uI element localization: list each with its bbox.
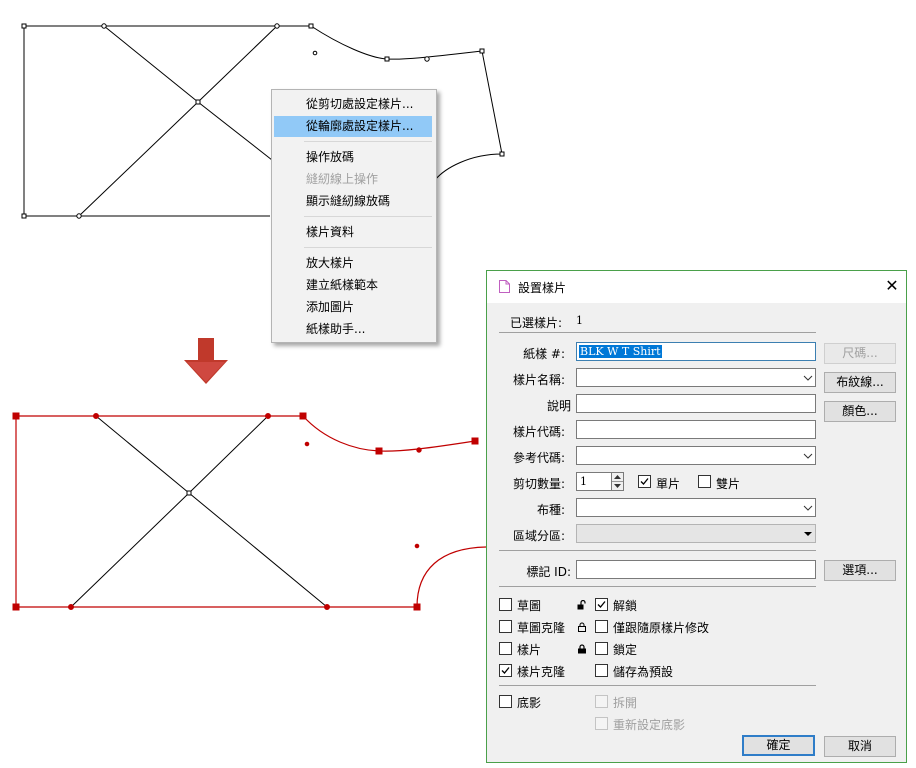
context-menu: 從剪切處設定樣片... 從輪廓處設定樣片... 操作放碼 縫紉線上操作 顯示縫紉… <box>271 89 437 343</box>
piece-clone-checkbox[interactable] <box>499 664 512 677</box>
cut-quantity-label: 剪切數量: <box>512 477 565 491</box>
selected-pieces-count: 1 <box>576 314 583 327</box>
sketch-label: 草圖 <box>517 599 542 613</box>
lock-label: 鎖定 <box>613 643 638 657</box>
split-label: 拆開 <box>613 696 638 710</box>
selected-pieces-label: 已選樣片: <box>510 316 563 330</box>
zone-select[interactable] <box>576 524 816 543</box>
unlock-icon <box>577 600 586 610</box>
color-button[interactable]: 顏色... <box>824 401 896 422</box>
menu-separator <box>304 247 432 248</box>
description-field[interactable] <box>576 394 816 413</box>
document-icon <box>499 280 510 293</box>
divider <box>499 685 816 686</box>
follow-original-label: 僅跟隨原樣片修改 <box>613 621 710 635</box>
menu-item-add-image[interactable]: 添加圖片 <box>274 297 432 318</box>
description-label: 說明 <box>546 399 571 413</box>
single-checkbox[interactable] <box>638 475 651 488</box>
piece-code-field[interactable] <box>576 420 816 439</box>
divider <box>499 332 816 333</box>
pattern-number-field[interactable]: BLK W T Shirt <box>576 342 816 361</box>
piece-name-label: 樣片名稱: <box>512 373 565 387</box>
split-checkbox <box>595 695 608 708</box>
pattern-number-label: 紙樣 #: <box>523 347 565 361</box>
down-arrow-icon <box>184 338 228 384</box>
pattern-number-value: BLK W T Shirt <box>579 345 662 358</box>
close-icon[interactable]: ✕ <box>883 277 901 295</box>
cancel-button[interactable]: 取消 <box>824 736 896 757</box>
reset-shadow-label: 重新設定底影 <box>613 718 686 732</box>
marker-id-label: 標記 ID: <box>526 565 571 579</box>
save-default-label: 儲存為預設 <box>613 665 674 679</box>
cut-quantity-spinner[interactable] <box>611 472 624 491</box>
pattern-points-selected <box>12 412 479 611</box>
shadow-label: 底影 <box>517 696 542 710</box>
lock-checkbox[interactable] <box>595 642 608 655</box>
fabric-label: 布種: <box>536 503 565 517</box>
chevron-down-icon <box>803 453 813 459</box>
single-label: 單片 <box>656 477 681 491</box>
chevron-down-icon <box>803 375 813 381</box>
dialog-title: 設置樣片 <box>518 281 567 295</box>
menu-item-operate-grading[interactable]: 操作放碼 <box>274 147 432 168</box>
piece-label: 樣片 <box>517 643 542 657</box>
menu-item-create-template[interactable]: 建立紙樣範本 <box>274 275 432 296</box>
cut-quantity-field[interactable]: 1 <box>576 472 612 491</box>
spinner-arrows-icon <box>612 475 623 488</box>
divider <box>499 550 816 551</box>
menu-item-set-from-outline[interactable]: 從輪廓處設定樣片... <box>274 116 432 137</box>
unlock-label: 解鎖 <box>613 599 638 613</box>
zone-label: 區域分區: <box>512 529 565 543</box>
sketch-clone-checkbox[interactable] <box>499 620 512 633</box>
piece-code-label: 樣片代碼: <box>512 425 565 439</box>
grain-line-button[interactable]: 布紋線... <box>824 372 896 393</box>
pattern-piece-selected[interactable] <box>15 415 487 608</box>
dropdown-triangle-icon <box>804 532 812 536</box>
piece-clone-label: 樣片克隆 <box>517 665 566 679</box>
sketch-checkbox[interactable] <box>499 598 512 611</box>
piece-checkbox[interactable] <box>499 642 512 655</box>
menu-item-set-from-cut[interactable]: 從剪切處設定樣片... <box>274 94 432 115</box>
unlock-checkbox[interactable] <box>595 598 608 611</box>
reference-code-label: 參考代碼: <box>512 451 565 465</box>
size-button: 尺碼... <box>824 343 896 364</box>
menu-separator <box>304 141 432 142</box>
options-button[interactable]: 選項... <box>824 560 896 581</box>
pair-checkbox[interactable] <box>698 475 711 488</box>
menu-item-pattern-assistant[interactable]: 紙樣助手... <box>274 319 432 340</box>
pattern-lines-selected <box>70 415 328 608</box>
follow-original-checkbox[interactable] <box>595 620 608 633</box>
menu-item-show-seam-grading[interactable]: 顯示縫紉線放碼 <box>274 191 432 212</box>
cut-quantity-value: 1 <box>580 475 587 488</box>
menu-separator <box>304 216 432 217</box>
pair-label: 雙片 <box>716 477 741 491</box>
set-piece-dialog: 設置樣片 ✕ 已選樣片: 1 紙樣 #: BLK W T Shirt 尺碼...… <box>486 270 907 763</box>
menu-item-piece-info[interactable]: 樣片資料 <box>274 222 432 243</box>
save-default-checkbox[interactable] <box>595 664 608 677</box>
piece-name-select[interactable] <box>576 368 816 387</box>
ok-button[interactable]: 確定 <box>742 735 815 756</box>
dialog-titlebar[interactable]: 設置樣片 ✕ <box>487 271 906 303</box>
shadow-checkbox[interactable] <box>499 695 512 708</box>
sketch-clone-label: 草圖克隆 <box>517 621 566 635</box>
divider <box>499 586 816 587</box>
menu-item-zoom-piece[interactable]: 放大樣片 <box>274 253 432 274</box>
lock-icon <box>578 644 586 654</box>
fabric-select[interactable] <box>576 498 816 517</box>
chevron-down-icon <box>803 505 813 511</box>
reset-shadow-checkbox <box>595 717 608 730</box>
marker-id-field[interactable] <box>576 560 816 579</box>
lock-outline-icon <box>578 622 586 632</box>
menu-item-seam-line-operation: 縫紉線上操作 <box>306 172 379 186</box>
reference-code-select[interactable] <box>576 446 816 465</box>
